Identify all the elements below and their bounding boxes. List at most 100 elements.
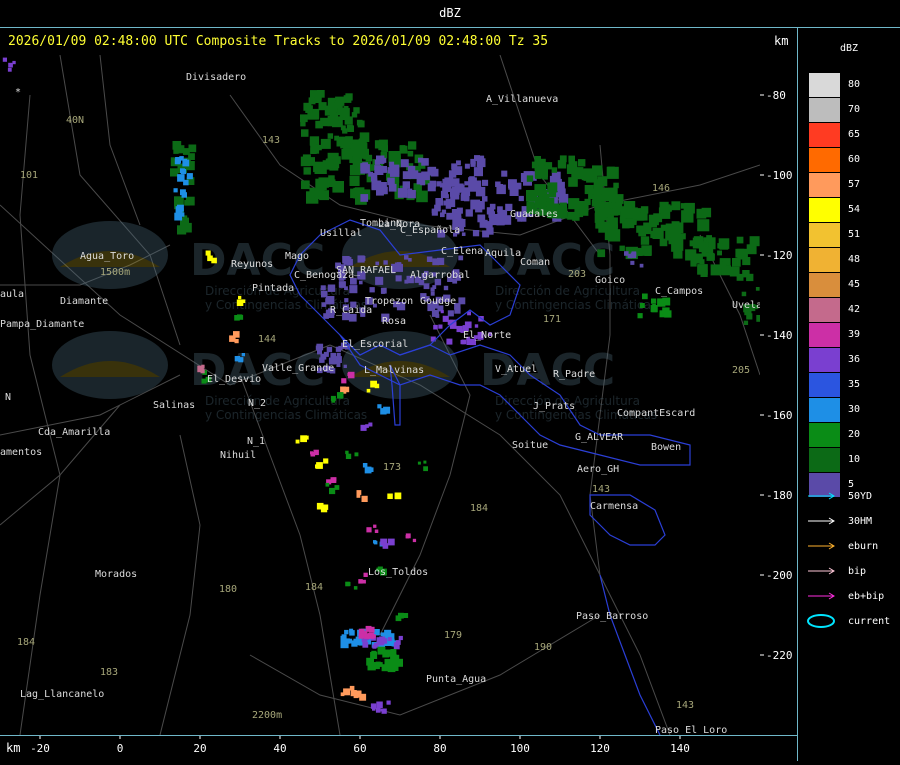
echo-cell [607,166,615,174]
echo-cell [729,266,740,277]
echo-cell [639,303,645,308]
echo-cell [326,158,333,164]
echo-cell [310,451,314,455]
echo-cell [345,450,349,455]
legend-label-45: 45 [848,279,861,290]
x-tick-label: 40 [273,742,286,755]
echo-cell [426,256,433,262]
legend-swatch-10 [809,448,840,472]
echo-cell [374,529,379,533]
place-label: Punta_Agua [426,674,486,685]
echo-cell [642,293,648,300]
echo-cell [335,356,342,363]
track-legend-label: eb+bip [848,591,885,602]
place-label: 146 [652,183,670,194]
echo-cell [584,185,594,195]
echo-cell [331,399,336,403]
echo-cell [544,162,553,170]
track-legend-label: 30HM [848,516,873,527]
radar-map-canvas[interactable]: DACCDirección de Agriculturay Contingenc… [0,55,760,735]
place-label: Pampa_Diamante [0,319,84,330]
echo-cell [594,190,601,197]
echo-cell [597,249,606,258]
legend-label-65: 65 [848,129,861,140]
legend-swatch-80 [809,73,840,97]
x-tick-label: 60 [353,742,366,755]
echo-cell [360,424,367,431]
echo-cell [608,187,618,197]
echo-cell [698,242,709,253]
echo-cell [383,406,391,414]
echo-cell [310,147,317,154]
legend-swatch-30 [809,398,840,422]
echo-cell [321,290,328,298]
track-arrow-icon [808,517,835,525]
echo-cell [386,700,391,705]
legend-label-54: 54 [848,204,861,215]
echo-cell [624,251,629,256]
place-label: N_1 [247,436,265,447]
echo-cell [486,207,495,215]
echo-cell [370,380,377,388]
echo-cell [366,527,372,533]
echo-cell [300,114,308,123]
echo-cell [234,315,240,321]
legend-label-80: 80 [848,79,861,90]
echo-cell [662,307,670,315]
place-label: 179 [444,630,462,641]
echo-cell [301,180,310,190]
echo-cell [619,245,625,251]
echo-cell [380,538,388,546]
echo-cell [421,171,430,181]
echo-cell [381,145,388,152]
echo-cell [384,629,392,637]
echo-cell [304,435,309,440]
echo-cell [373,540,377,544]
echo-cell [372,644,377,649]
echo-cell [349,685,355,691]
echo-cell [568,177,578,187]
place-label: Coman [520,257,550,268]
place-label: Aero_GH [577,464,619,475]
echo-cell [342,128,348,134]
echo-cell [201,364,205,368]
echo-cell [475,206,481,212]
echo-cell [470,161,476,167]
echo-cell [200,369,205,374]
echo-cell [329,487,336,495]
echo-cell [448,181,454,187]
echo-cell [486,227,494,235]
echo-cell [719,261,727,269]
echo-cell [735,248,745,258]
echo-cell [387,493,393,499]
radar-viewer: dBZ 2026/01/09 02:48:00 UTC Composite Tr… [0,0,900,761]
echo-cell [518,195,524,202]
echo-cell [482,179,489,186]
echo-cell [402,171,411,180]
legend-label-10: 10 [848,454,861,465]
echo-cell [399,145,408,154]
place-label: Rosa [382,316,406,327]
place-label: Reyunos [231,259,273,270]
legend-swatch-48 [809,248,840,272]
echo-cell [665,205,672,212]
echo-cell [470,177,477,185]
echo-cell [407,190,416,199]
radar-map[interactable]: DACC Dirección de Agricultura y Contingenc… [0,55,760,735]
echo-cell [387,177,395,186]
place-label: Cda_Amarilla [38,427,110,438]
echo-cell [359,148,369,159]
echo-cell [350,690,357,697]
echo-cell [354,452,359,457]
echo-cell [412,538,417,543]
echo-cell [398,635,403,641]
echo-cell [387,538,395,546]
legend-swatch-39 [809,323,840,347]
echo-cell [465,209,473,217]
y-tick-label: -220 [766,649,793,662]
echo-cell [464,321,472,329]
echo-cell [434,204,441,212]
legend-swatch-57 [809,173,840,197]
echo-cell [671,201,681,211]
place-label: Tropezon [365,296,413,307]
